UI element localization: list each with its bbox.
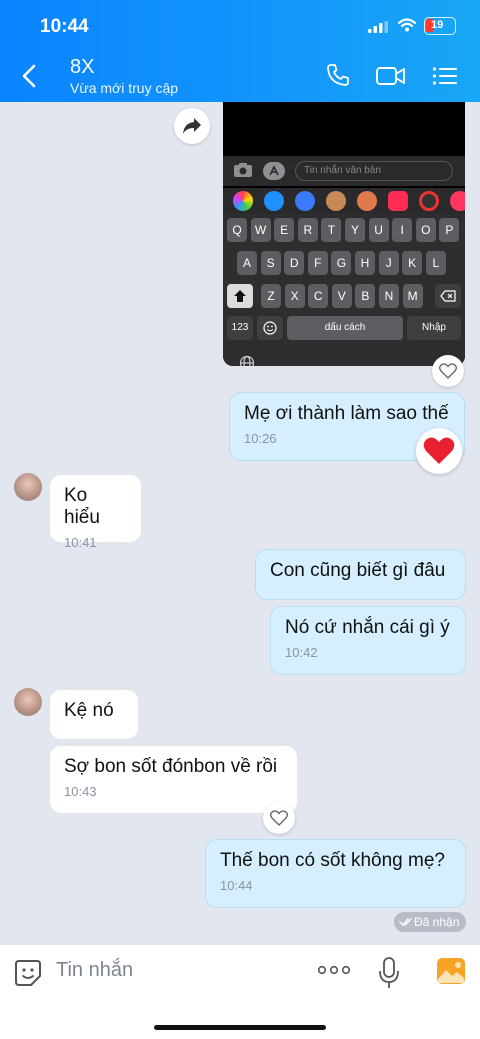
signal-icon [368,21,388,33]
fitness-app-icon [419,191,439,211]
message-bubble[interactable]: Sợ bon sốt đónbon về rồi 10:43 [49,745,298,814]
message-time: 10:43 [64,784,97,799]
message-text: Ko hiểu [64,485,100,528]
message-composer: Tin nhắn [0,944,480,1039]
status-bar: 10:44 19 [0,14,480,40]
keyboard-input-bar: Tin nhắn văn bản [223,156,465,186]
keyboard-key: G [331,251,352,275]
back-icon[interactable] [22,64,36,88]
appstore-app-icon [264,191,284,211]
avatar[interactable] [14,473,42,501]
keyboard-key: 123 [227,316,253,340]
keyboard-key: Y [345,218,365,242]
message-text: Sợ bon sốt đónbon về rồi [64,756,278,777]
reaction-heart[interactable] [416,428,462,474]
keyboard-key: X [284,284,305,308]
keyboard-key: A [237,251,257,275]
message-text: Con cũng biết gì đâu [270,560,446,581]
video-call-icon[interactable] [376,66,406,86]
keyboard-key: S [260,251,281,275]
battery-icon: 19 [424,17,456,35]
delete-key [435,284,461,308]
keyboard-key: U [368,218,389,242]
globe-icon [239,355,255,366]
keyboard-key: T [321,218,342,242]
message-text: Kệ nó [64,700,114,721]
keyboard-key: I [392,218,413,242]
emoji-key [257,316,283,340]
keyboard-key: B [355,284,376,308]
message-text: Thế bon có sốt không mẹ? [220,850,445,871]
message-text: Mẹ ơi thành làm sao thế [244,403,449,424]
image-picker-icon[interactable] [436,957,466,985]
imessage-input: Tin nhắn văn bản [295,161,453,181]
keyboard-key: W [250,218,271,242]
keyboard-key: O [415,218,436,242]
react-button[interactable] [263,802,295,834]
message-time: 10:41 [64,535,97,550]
status-time: 10:44 [40,16,89,37]
forward-button[interactable] [174,108,210,144]
keyboard-key: N [379,284,399,308]
heart-filled-icon [423,437,455,464]
message-text: Nó cứ nhắn cái gì ý [285,617,450,638]
keyboard-key: dấu cách [287,316,403,340]
forward-icon [183,118,201,134]
avatar[interactable] [14,688,42,716]
keyboard: Q W E R T Y U I O P A S D F G H J K L Z X C V B N M 123 dấu cách Nhậ… [223,214,465,366]
contact-status: Vừa mới truy cập [70,80,179,96]
keyboard-key: C [308,284,329,308]
keyboard-key: F [307,251,328,275]
delivery-status: Đã nhận [394,912,466,932]
keyboard-key: V [331,284,352,308]
keyboard-key: L [425,251,446,275]
battery-level: 19 [431,19,444,31]
microphone-icon[interactable] [378,957,400,989]
shift-key [227,284,253,308]
menu-list-icon[interactable] [432,66,458,86]
audio-app-icon [295,191,315,211]
message-bubble[interactable]: Ko hiểu 10:41 [49,474,142,550]
phone-call-icon[interactable] [326,63,350,87]
keyboard-key: Q [227,218,247,242]
message-input[interactable]: Tin nhắn [56,959,133,982]
more-options-icon[interactable] [318,965,350,975]
double-check-icon [399,918,412,927]
contact-name[interactable]: 8X [70,56,94,79]
keyboard-key: J [378,251,399,275]
keyboard-key: M [402,284,423,308]
delivery-status-text: Đã nhận [414,915,460,929]
message-bubble[interactable]: Con cũng biết gì đâu [255,549,466,600]
message-bubble[interactable]: Thế bon có sốt không mẹ? 10:44 [205,839,466,908]
music-app-icon [388,191,408,211]
camera-icon [234,163,252,177]
keyboard-key: D [284,251,305,275]
message-time: 10:42 [285,645,318,660]
app-icon-more [450,191,465,211]
keyboard-key: Nhập [407,316,461,340]
appstore-icon [263,162,285,180]
keyboard-key: P [439,218,460,242]
memoji-icon [326,191,346,211]
keyboard-key: Z [261,284,281,308]
message-bubble[interactable]: Kệ nó [49,689,139,740]
react-button[interactable] [432,355,464,387]
sticker-icon[interactable] [14,959,42,987]
imessage-apps-row [223,188,465,214]
home-indicator [154,1025,326,1030]
heart-outline-icon [270,810,288,826]
memoji-icon-2 [357,191,377,211]
heart-outline-icon [439,363,457,379]
message-bubble[interactable]: Nó cứ nhắn cái gì ý 10:42 [270,606,466,675]
keyboard-key: E [274,218,295,242]
wifi-icon [398,18,416,32]
chat-header: 10:44 19 8X Vừa mới truy cập [0,0,480,102]
shared-image[interactable]: Tin nhắn văn bản QWERTYUIOP ASDFGHJKL ZXCV… [223,102,465,366]
keyboard-key: H [355,251,375,275]
message-time: 10:44 [220,878,253,893]
keyboard-key: K [402,251,423,275]
keyboard-key: R [297,218,318,242]
photos-app-icon [233,191,253,211]
